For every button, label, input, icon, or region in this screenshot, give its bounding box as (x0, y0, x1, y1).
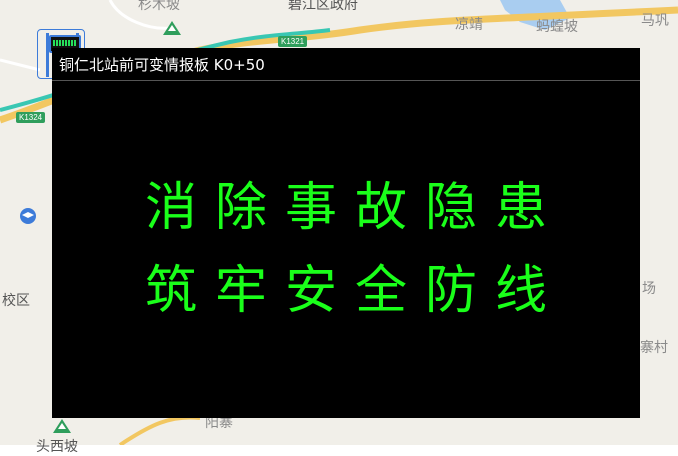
road-code-k1321: K1321 (278, 36, 308, 47)
map-label-town: 杉木坡 (138, 0, 180, 13)
road-code-k1324: K1324 (16, 112, 46, 123)
map-label-liangqiao: 凉靖 (455, 17, 483, 33)
map-label-xiangtang: 蚂蝗坡 (536, 19, 578, 35)
map-label-district-gov: 碧江区政府 (288, 0, 358, 13)
minor-road (118, 415, 201, 445)
mountain-icon (53, 419, 71, 433)
vms-message-display: 消除事故隐患 筑牢安全防线 (52, 81, 640, 418)
vms-message-line-2: 筑牢安全防线 (144, 261, 565, 321)
map-label-chang: 场 (642, 281, 656, 297)
map-label-bottom-left: 头西坡 (36, 439, 78, 455)
vms-popup-panel: 铜仁北站前可变情报板 K0+50 消除事故隐患 筑牢安全防线 (52, 48, 640, 418)
vms-title: 铜仁北站前可变情报板 K0+50 (59, 56, 265, 74)
map-label-cun: 寨村 (640, 340, 668, 356)
map-label-makong: 马巩 (641, 13, 669, 29)
map-label-area: 校区 (2, 293, 30, 309)
vms-title-bar: 铜仁北站前可变情报板 K0+50 (52, 48, 640, 81)
vms-message-line-1: 消除事故隐患 (144, 178, 565, 238)
school-icon (20, 208, 36, 224)
mountain-icon (163, 21, 181, 35)
